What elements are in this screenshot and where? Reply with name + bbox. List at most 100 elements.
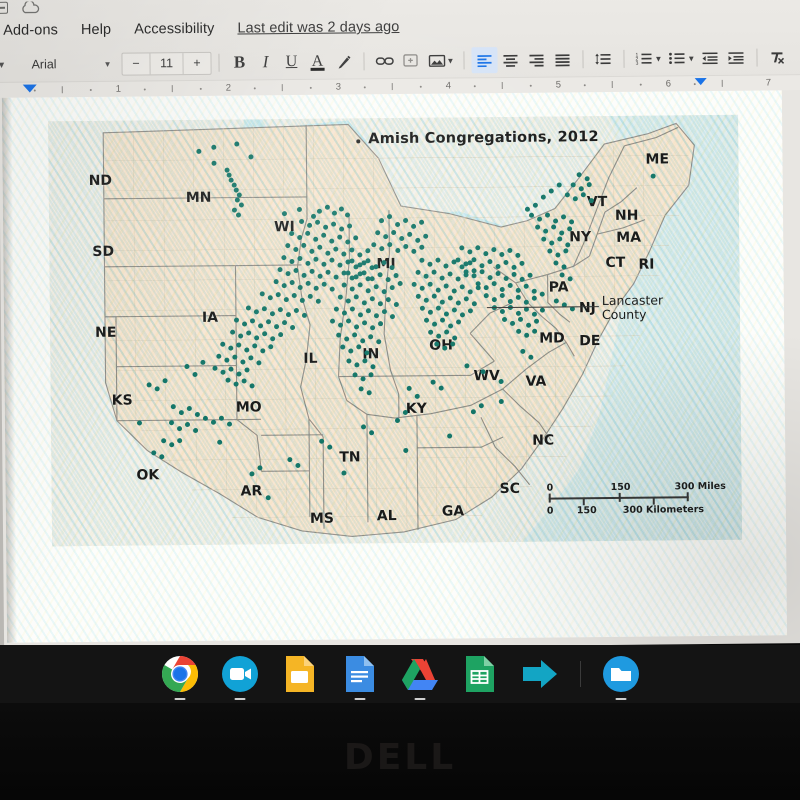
congregation-dot: [341, 310, 347, 316]
congregation-dot: [377, 301, 383, 307]
map-image[interactable]: Amish Congregations, 2012 ND MN SD WI MI NE IA…: [48, 114, 743, 547]
congregation-dot: [305, 230, 311, 236]
docs-app-icon[interactable]: [340, 654, 380, 700]
congregation-dot: [415, 237, 421, 243]
congregation-dot: [211, 144, 217, 150]
congregation-dot: [340, 344, 346, 350]
congregation-dot: [383, 234, 389, 240]
congregation-dot: [495, 264, 501, 270]
congregation-dot: [515, 252, 521, 258]
ruler-number: 4: [445, 80, 452, 92]
decrease-indent-button[interactable]: [697, 45, 723, 71]
svg-text:3: 3: [636, 61, 639, 66]
text-color-button[interactable]: A: [304, 49, 330, 75]
congregation-dot: [231, 207, 237, 213]
align-right-button[interactable]: [523, 47, 549, 73]
font-size-value[interactable]: 11: [149, 52, 184, 74]
congregation-dot: [487, 275, 493, 281]
arrow-app-icon[interactable]: [520, 654, 560, 694]
add-comment-button[interactable]: [397, 48, 423, 74]
highlight-color-button[interactable]: [330, 48, 356, 74]
congregation-dot: [323, 224, 329, 230]
congregation-dot: [455, 276, 461, 282]
congregation-dot: [273, 279, 279, 285]
congregation-dot: [319, 438, 325, 444]
congregation-dot: [427, 309, 433, 315]
underline-button[interactable]: U: [278, 49, 304, 75]
congregation-dot: [510, 320, 516, 326]
toolbar-overflow-caret-icon[interactable]: ▼: [0, 60, 10, 70]
files-app-icon[interactable]: [601, 654, 641, 700]
insert-image-button[interactable]: [423, 48, 449, 74]
congregation-dot: [487, 259, 493, 265]
congregation-dot: [339, 226, 345, 232]
laptop-screen: Add-ons Help Accessibility Last edit was…: [0, 0, 800, 651]
decrease-font-size-button[interactable]: −: [122, 53, 149, 74]
last-edit-status[interactable]: Last edit was 2 days ago: [237, 19, 399, 37]
congregation-dot: [535, 224, 541, 230]
italic-button[interactable]: I: [252, 49, 278, 75]
congregation-dot: [202, 415, 208, 421]
state-label-mo: MO: [235, 399, 262, 416]
font-size-stepper[interactable]: − 11 +: [121, 51, 212, 76]
cloud-saved-icon[interactable]: [20, 0, 40, 14]
bulleted-list-button[interactable]: [664, 45, 690, 71]
congregation-dot: [310, 213, 317, 219]
state-label-tn: TN: [339, 449, 361, 466]
align-left-button[interactable]: [471, 47, 498, 74]
congregation-dot: [430, 379, 436, 385]
sheets-app-icon[interactable]: [460, 654, 500, 694]
print-preview-icon[interactable]: [0, 1, 9, 14]
congregation-dot: [192, 371, 198, 377]
congregation-dot: [162, 378, 168, 384]
congregation-dot: [427, 261, 433, 267]
slides-app-icon[interactable]: [280, 654, 320, 694]
congregation-dot: [447, 295, 453, 301]
congregation-dot: [399, 235, 405, 242]
congregation-dot: [265, 495, 271, 501]
congregation-dot: [523, 283, 529, 289]
font-family-select[interactable]: Arial ▼: [9, 57, 117, 72]
chrome-app-icon[interactable]: [160, 654, 200, 700]
congregation-dot: [354, 324, 360, 330]
toolbar-divider: [623, 49, 625, 68]
insert-link-button[interactable]: [371, 48, 397, 74]
increase-indent-button[interactable]: [723, 45, 749, 71]
running-indicator: [174, 697, 185, 700]
line-spacing-button[interactable]: [590, 46, 616, 72]
congregation-dot: [293, 267, 299, 274]
congregation-dot: [220, 341, 226, 347]
drive-app-icon[interactable]: [400, 654, 440, 700]
congregation-dot: [238, 202, 244, 208]
congregation-dot: [361, 300, 367, 306]
clear-formatting-button[interactable]: [764, 44, 790, 70]
congregation-dot: [475, 281, 481, 287]
menu-help[interactable]: Help: [81, 22, 111, 38]
meet-app-icon[interactable]: [220, 654, 260, 700]
congregation-dot: [228, 366, 234, 372]
numbered-list-button[interactable]: 1 2 3: [631, 46, 657, 72]
left-indent-marker[interactable]: [22, 84, 37, 93]
right-indent-marker[interactable]: [694, 78, 707, 86]
congregation-dot: [177, 426, 183, 432]
congregation-dot: [559, 230, 565, 236]
docs-toolbar-area: Add-ons Help Accessibility Last edit was…: [0, 0, 800, 98]
congregation-dot: [184, 364, 190, 370]
align-center-button[interactable]: [497, 47, 523, 73]
congregation-dot: [369, 430, 375, 436]
align-justify-button[interactable]: [549, 46, 575, 72]
congregation-dot: [177, 438, 183, 444]
congregation-dot: [240, 359, 246, 365]
document-page[interactable]: Amish Congregations, 2012 ND MN SD WI MI NE IA…: [1, 90, 788, 643]
increase-font-size-button[interactable]: +: [183, 52, 210, 73]
congregation-dot: [524, 206, 530, 212]
menu-accessibility[interactable]: Accessibility: [134, 21, 214, 38]
menu-add-ons[interactable]: Add-ons: [3, 22, 58, 39]
congregation-dot: [217, 439, 223, 445]
congregation-dot: [344, 336, 350, 342]
congregation-dot: [299, 297, 305, 303]
bold-button[interactable]: B: [226, 49, 252, 75]
scale-km-300: 300 Kilometers: [622, 504, 705, 516]
congregation-dot: [347, 223, 353, 229]
congregation-dot: [375, 230, 381, 236]
